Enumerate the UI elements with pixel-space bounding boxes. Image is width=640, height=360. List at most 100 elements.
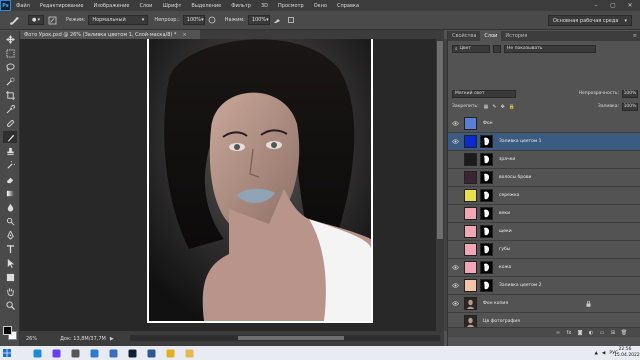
vk-icon[interactable] <box>107 347 120 360</box>
eyedropper-tool-icon[interactable] <box>3 103 17 115</box>
menu-help[interactable]: Справка <box>332 3 364 9</box>
layer-row[interactable]: Фон копия <box>448 295 640 313</box>
pressure-opacity-icon[interactable] <box>207 13 217 27</box>
document-tab[interactable]: Фото Урок.psd @ 26% (Заливка цветом 1, С… <box>20 30 200 39</box>
menu-file[interactable]: Файл <box>11 3 35 9</box>
close-icon[interactable]: × <box>182 32 186 38</box>
layer-row[interactable]: волосы брови <box>448 169 640 187</box>
canvas-area[interactable] <box>20 39 436 331</box>
layer-style-icon[interactable]: fx <box>566 330 572 336</box>
menu-edit[interactable]: Редактирование <box>35 3 89 9</box>
volume-icon[interactable]: ◀ <box>602 351 605 356</box>
clock[interactable]: 22:56 15.04.2022 <box>614 347 640 359</box>
adjustment-layer-icon[interactable]: ◐ <box>588 330 594 336</box>
filter-color-swatch[interactable] <box>493 44 501 53</box>
layer-name[interactable]: зрачки <box>499 157 515 162</box>
marquee-tool-icon[interactable] <box>3 47 17 59</box>
layer-mask-thumbnail[interactable] <box>480 135 493 148</box>
foreground-color-swatch[interactable] <box>3 326 12 335</box>
word-icon[interactable] <box>145 347 158 360</box>
panel-menu-icon[interactable]: ≡ <box>629 31 640 41</box>
network-icon[interactable]: ▲ <box>594 351 597 356</box>
layer-color-swatch[interactable] <box>464 135 477 148</box>
layer-row[interactable]: веки <box>448 205 640 223</box>
layer-color-swatch[interactable] <box>464 189 477 202</box>
layer-row[interactable]: кожа <box>448 259 640 277</box>
add-mask-icon[interactable]: ◙ <box>577 330 583 336</box>
photoshop-icon[interactable] <box>126 347 139 360</box>
windows-start-icon[interactable] <box>0 346 14 360</box>
move-tool-icon[interactable] <box>3 33 17 45</box>
layer-name[interactable]: Заливка цветом 2 <box>499 283 542 288</box>
visibility-eye-icon[interactable] <box>448 241 462 259</box>
layer-mask-thumbnail[interactable] <box>480 225 493 238</box>
layer-mask-thumbnail[interactable] <box>480 171 493 184</box>
store-icon[interactable] <box>88 347 101 360</box>
layer-opacity-field[interactable]: 100% <box>622 89 638 98</box>
layer-name[interactable]: Фон копия <box>483 301 508 306</box>
layer-name[interactable]: веки <box>499 211 510 216</box>
layer-mask-thumbnail[interactable] <box>480 207 493 220</box>
opacity-field[interactable]: 100% ▾ <box>182 15 205 25</box>
blur-tool-icon[interactable] <box>3 201 17 213</box>
dodge-tool-icon[interactable] <box>3 215 17 227</box>
vertical-scrollbar[interactable] <box>436 39 444 331</box>
tab-layers[interactable]: Слои <box>480 31 502 41</box>
layer-name[interactable]: губы <box>499 247 510 252</box>
lasso-tool-icon[interactable] <box>3 61 17 73</box>
taskview-icon[interactable] <box>69 347 82 360</box>
layer-color-swatch[interactable] <box>464 207 477 220</box>
layer-row[interactable]: губы <box>448 241 640 259</box>
menu-window[interactable]: Окно <box>309 3 332 9</box>
menu-filter[interactable]: Фильтр <box>226 3 256 9</box>
pen-tool-icon[interactable] <box>3 229 17 241</box>
menu-3d[interactable]: 3D <box>256 3 273 9</box>
clone-stamp-tool-icon[interactable] <box>3 145 17 157</box>
layer-row[interactable]: зрачки <box>448 151 640 169</box>
edge-icon[interactable] <box>31 347 44 360</box>
layer-row[interactable]: Заливка цветом 2 <box>448 277 640 295</box>
layer-color-swatch[interactable] <box>464 243 477 256</box>
close-icon[interactable]: ✕ <box>622 0 638 11</box>
path-select-tool-icon[interactable] <box>3 257 17 269</box>
visibility-eye-icon[interactable] <box>448 133 462 151</box>
visibility-eye-icon[interactable] <box>448 223 462 241</box>
visibility-eye-icon[interactable] <box>448 187 462 205</box>
brush-panel-icon[interactable] <box>46 13 58 27</box>
shape-tool-icon[interactable] <box>3 271 17 283</box>
menu-select[interactable]: Выделение <box>186 3 226 9</box>
layer-color-swatch[interactable] <box>464 225 477 238</box>
layer-row[interactable]: Заливка цветом 1 <box>448 133 640 151</box>
layer-row[interactable]: сережка <box>448 187 640 205</box>
visibility-eye-icon[interactable] <box>448 205 462 223</box>
visibility-eye-icon[interactable] <box>448 277 462 295</box>
status-menu-arrow-icon[interactable]: ▶ <box>110 336 114 342</box>
filter-value-select[interactable]: Не показывать <box>504 44 596 53</box>
layer-name[interactable]: кожа <box>499 265 511 270</box>
layer-mask-thumbnail[interactable] <box>480 153 493 166</box>
link-layers-icon[interactable]: ∞ <box>555 330 561 336</box>
new-layer-icon[interactable]: ⊞ <box>610 330 616 336</box>
healing-tool-icon[interactable] <box>3 117 17 129</box>
horizontal-scrollbar[interactable] <box>130 335 440 341</box>
blend-mode-select[interactable]: Мягкий свет <box>452 89 516 98</box>
brush-tool-icon[interactable] <box>3 131 17 143</box>
brush-preset-icon[interactable] <box>6 13 24 27</box>
lock-pixels-icon[interactable]: ✎ <box>492 104 496 110</box>
delete-layer-icon[interactable]: 🗑 <box>621 330 627 336</box>
brush-size-select[interactable]: ● ▾ <box>28 15 44 25</box>
crop-tool-icon[interactable] <box>3 89 17 101</box>
lock-all-icon[interactable]: 🔒 <box>509 104 515 110</box>
layer-color-swatch[interactable] <box>464 117 477 130</box>
new-group-icon[interactable]: ▭ <box>599 330 605 336</box>
filter-kind-select[interactable]: ⌕ Цвет <box>452 44 490 53</box>
layer-name[interactable]: Заливка цветом 1 <box>499 139 542 144</box>
layer-name[interactable]: волосы брови <box>499 175 531 180</box>
menu-type[interactable]: Шрифт <box>157 3 186 9</box>
gradient-tool-icon[interactable] <box>3 187 17 199</box>
layer-name[interactable]: Фон <box>483 121 493 126</box>
lock-transparency-icon[interactable]: ▦ <box>484 104 489 110</box>
type-tool-icon[interactable] <box>3 243 17 255</box>
visibility-eye-icon[interactable] <box>448 169 462 187</box>
menu-image[interactable]: Изображение <box>88 3 134 9</box>
